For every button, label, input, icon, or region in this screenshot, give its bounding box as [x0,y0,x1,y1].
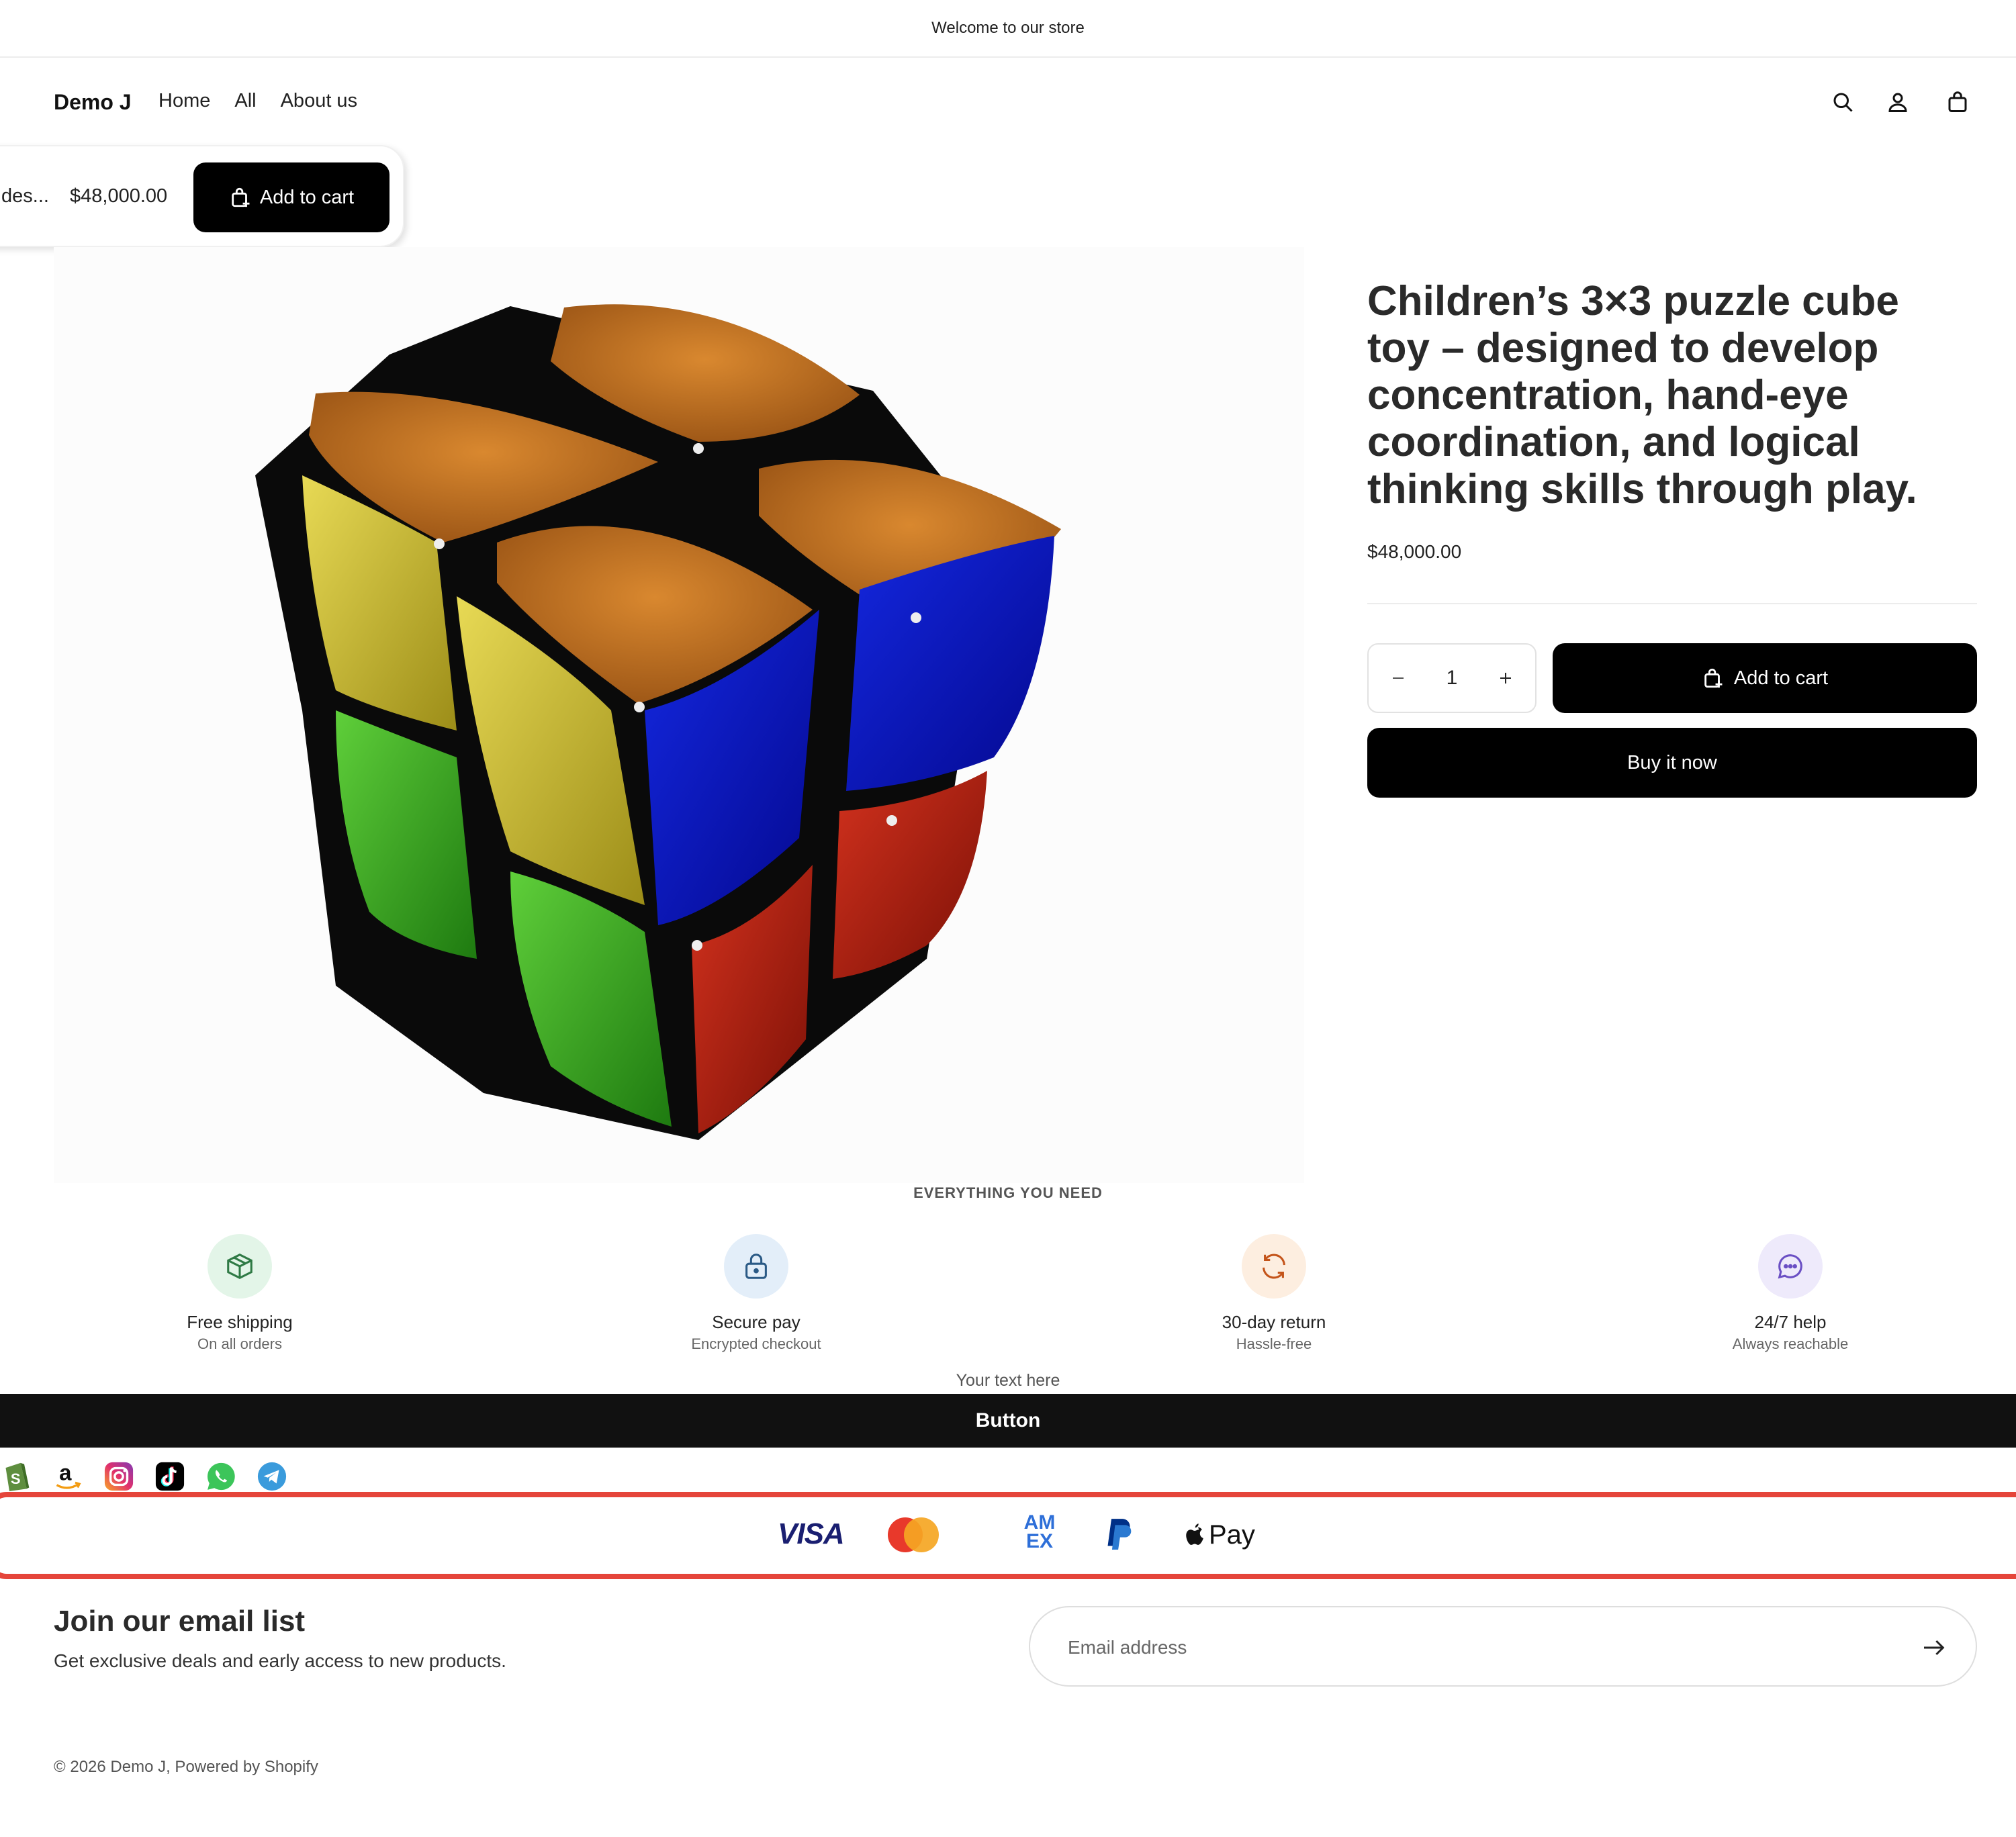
email-field [1029,1606,1977,1687]
refresh-icon [1242,1234,1306,1299]
feature-subtitle: Always reachable [1732,1335,1849,1352]
cart-plus-icon [232,187,250,207]
nav-all[interactable]: All [234,90,256,112]
feature-subtitle: On all orders [197,1335,282,1352]
feature-subtitle: Encrypted checkout [691,1335,821,1352]
cart-icon[interactable] [1943,87,1972,117]
plus-icon [1500,672,1511,684]
main-nav: Home All About us [158,90,357,112]
product-price: $48,000.00 [1367,541,1462,562]
tiktok-icon[interactable] [153,1460,187,1493]
sticky-add-to-cart-button[interactable]: Add to cart [193,162,390,232]
minus-icon [1393,677,1404,679]
product-title: Children’s 3×3 puzzle cube toy – designe… [1367,278,1917,512]
announcement-bar: Welcome to our store [0,0,2016,58]
quantity-decrease-button[interactable] [1385,664,1412,693]
email-submit-button[interactable] [1917,1630,1952,1665]
telegram-icon[interactable] [255,1460,289,1493]
add-to-cart-button[interactable]: Add to cart [1553,643,1977,713]
quantity-value[interactable]: 1 [1447,667,1458,690]
search-icon[interactable] [1828,87,1858,117]
apple-pay-text: Pay [1209,1519,1255,1550]
feature-secure-pay: Secure pay Encrypted checkout [622,1234,890,1353]
email-input[interactable] [1068,1628,1874,1668]
feature-24-7-help: 24/7 help Always reachable [1656,1234,1925,1353]
buy-now-button[interactable]: Buy it now [1367,728,1977,798]
feature-title: 30-day return [1222,1312,1326,1332]
store-logo[interactable]: Demo J [54,90,132,115]
newsletter-subtitle: Get exclusive deals and early access to … [54,1650,506,1671]
promo-text: Your text here [956,1371,1060,1390]
sticky-add-to-cart-bar: des... $48,000.00 Add to cart [0,145,404,247]
promo-button-label: Button [975,1409,1041,1431]
promo-button[interactable]: Button [0,1394,2016,1448]
feature-subtitle: Hassle-free [1236,1335,1312,1352]
site-header: Demo J Home All About us [0,58,2016,146]
feature-title: 24/7 help [1754,1312,1827,1332]
apple-icon [1186,1523,1203,1545]
sticky-product-title: des... [1,185,49,207]
nav-home[interactable]: Home [158,90,210,112]
feature-free-shipping: Free shipping On all orders [105,1234,374,1353]
mastercard-logo [886,1516,940,1554]
cart-plus-icon [1704,668,1723,688]
puzzle-cube-image [255,304,1061,1140]
amex-logo: AM EX [1018,1511,1061,1552]
social-links: S a [0,1460,289,1493]
amazon-icon[interactable]: a [51,1460,85,1493]
account-icon[interactable] [1883,87,1913,117]
package-icon [208,1234,272,1299]
amex-logo-bottom: EX [1025,1530,1054,1552]
quantity-stepper: 1 [1367,643,1537,713]
instagram-icon[interactable] [102,1460,136,1493]
announcement-text: Welcome to our store [931,19,1085,37]
apple-pay-logo: Pay [1183,1516,1255,1554]
product-image[interactable] [54,247,1304,1183]
payment-icons: VISA AM EX Pay [0,1511,2016,1558]
visa-logo: VISA [778,1517,845,1550]
amex-logo-top: AM [1023,1511,1056,1534]
feature-title: Free shipping [187,1312,293,1332]
add-to-cart-label: Add to cart [1733,667,1829,689]
paypal-logo [1104,1516,1134,1554]
svg-text:a: a [59,1460,72,1485]
arrow-right-icon [1924,1640,1945,1656]
whatsapp-icon[interactable] [204,1460,238,1493]
sticky-product-price: $48,000.00 [70,185,168,207]
chat-icon [1758,1234,1823,1299]
newsletter-title: Join our email list [54,1605,306,1638]
svg-text:S: S [11,1470,21,1487]
sticky-add-to-cart-label: Add to cart [259,186,355,208]
feature-title: Secure pay [712,1312,800,1332]
features-heading: EVERYTHING YOU NEED [913,1184,1103,1201]
buy-now-label: Buy it now [1627,751,1717,773]
feature-30-day-return: 30-day return Hassle-free [1140,1234,1408,1353]
copyright: © 2026 Demo J, Powered by Shopify [54,1758,318,1776]
lock-icon [724,1234,788,1299]
quantity-increase-button[interactable] [1492,664,1519,693]
shopify-icon[interactable]: S [0,1460,34,1493]
nav-about-us[interactable]: About us [281,90,357,112]
divider [1367,603,1977,604]
